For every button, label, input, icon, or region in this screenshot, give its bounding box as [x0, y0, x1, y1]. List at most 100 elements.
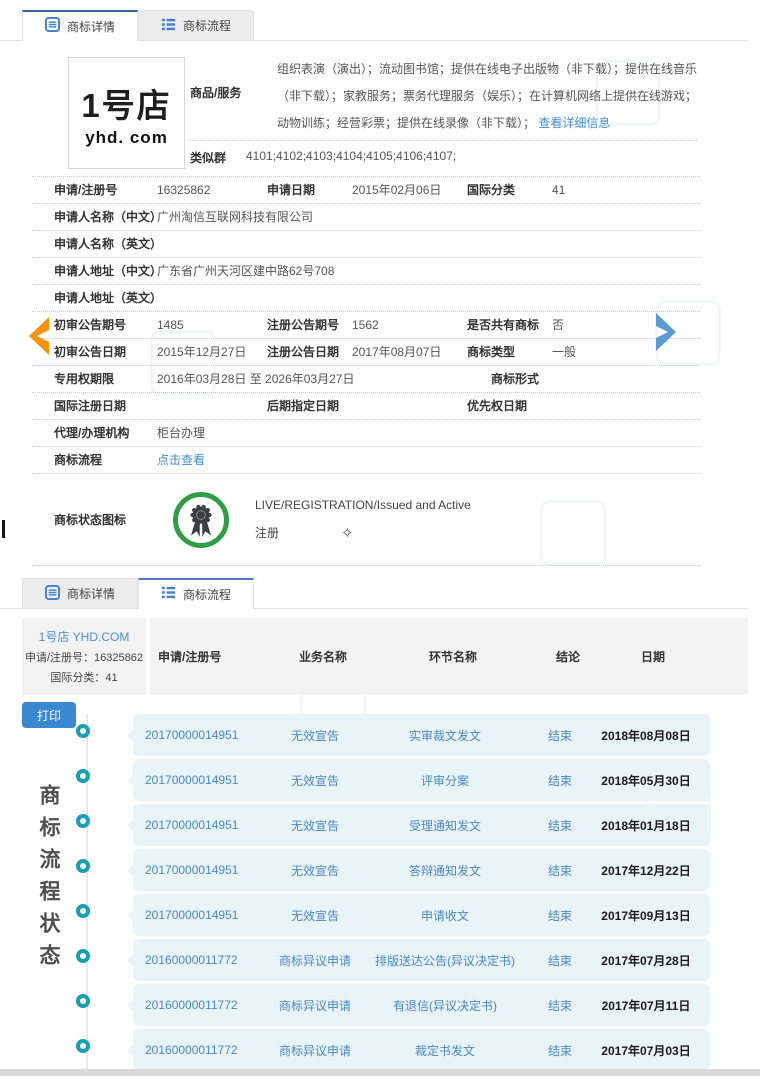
detail-table: 申请/注册号 16325862 申请日期 2015年02月06日 国际分类 41… — [32, 176, 700, 566]
process-row: 20170000014951 无效宣告 申请收文 结束 2017年09月13日 — [133, 894, 710, 936]
timeline-node — [76, 904, 90, 918]
date: 2017年07月11日 — [601, 998, 691, 1013]
field-label: 注册公告期号 — [267, 318, 340, 332]
detail-row: 商标流程 点击查看 — [32, 447, 700, 474]
field-value: 柜台办理 — [157, 426, 206, 440]
click-to-view-link[interactable]: 点击查看 — [157, 453, 205, 467]
header-step-name: 环节名称 — [428, 650, 477, 664]
result: 结束 — [547, 728, 572, 743]
step-name: 受理通知发文 — [408, 818, 481, 833]
next-arrow-button[interactable] — [653, 310, 681, 359]
field-label: 初审公告期号 — [54, 318, 127, 332]
tab-label: 商标详情 — [66, 19, 115, 34]
step-name: 有退信(异议决定书) — [393, 998, 497, 1013]
result: 结束 — [547, 1043, 572, 1058]
status-icon-label: 商标状态图标 — [54, 513, 127, 527]
text-cursor-artifact — [2, 520, 5, 538]
detail-row: 申请/注册号 16325862 申请日期 2015年02月06日 国际分类 41 — [32, 177, 700, 204]
header-application-number: 申请/注册号 — [158, 650, 222, 664]
list-icon — [161, 17, 176, 35]
field-value: 2015年12月27日 — [157, 345, 247, 359]
summary-reg-no: 申请/注册号：16325862 — [25, 652, 143, 664]
tab-trademark-process[interactable]: 商标流程 — [138, 10, 254, 41]
bottom-divider — [0, 1069, 760, 1076]
field-value: 16325862 — [157, 183, 211, 197]
business-name: 商标异议申请 — [278, 998, 351, 1013]
view-details-link[interactable]: 查看详细信息 — [538, 116, 610, 130]
timeline-node — [76, 949, 90, 963]
print-button[interactable]: 打印 — [22, 702, 76, 728]
field-label: 商标类型 — [467, 345, 516, 359]
field-value: 1485 — [157, 318, 184, 332]
header-result: 结论 — [555, 650, 580, 664]
divider — [190, 140, 697, 141]
tab-trademark-process[interactable]: 商标流程 — [138, 578, 254, 609]
field-label: 申请人地址（英文） — [54, 291, 163, 305]
timeline-node — [76, 814, 90, 828]
field-label: 商标形式 — [491, 372, 540, 386]
tab-trademark-detail[interactable]: 商标详情 — [22, 578, 138, 609]
process-table-header: 申请/注册号 业务名称 环节名称 结论 日期 — [150, 618, 748, 695]
result: 结束 — [547, 908, 572, 923]
field-value: 广东省广州天河区建中路62号708 — [157, 264, 335, 278]
field-value: 1562 — [352, 318, 379, 332]
field-value: 41 — [552, 183, 566, 197]
detail-row: 初审公告日期 2015年12月27日 注册公告日期 2017年08月07日 商标… — [32, 339, 700, 366]
header-business-name: 业务名称 — [298, 650, 347, 664]
application-number-link[interactable]: 20160000011772 — [145, 953, 270, 967]
application-number-link[interactable]: 20170000014951 — [145, 773, 270, 787]
goods-services-label: 商品/服务 — [190, 86, 242, 100]
process-status-side-label: 商标流程状态 — [37, 784, 60, 976]
process-tabbar: 商标详情 商标流程 — [22, 578, 254, 609]
detail-row: 申请人名称（中文） 广州淘信互联网科技有限公司 — [32, 204, 700, 231]
medal-ribbon-icon — [173, 491, 229, 548]
field-label: 申请人名称（英文） — [54, 237, 163, 251]
detail-row: 代理/办理机构 柜台办理 — [32, 420, 700, 447]
trademark-name-link[interactable]: 1号店 YHD.COM — [39, 628, 130, 645]
application-number-link[interactable]: 20170000014951 — [145, 863, 270, 877]
detail-row: 申请人地址（英文） — [32, 285, 700, 312]
field-label: 商标流程 — [54, 453, 103, 467]
trademark-logo-text: 1号店 — [81, 86, 172, 124]
result: 结束 — [547, 953, 572, 968]
step-name: 答辩通知发文 — [408, 863, 481, 878]
field-label: 代理/办理机构 — [54, 426, 130, 440]
process-row: 20160000011772 商标异议申请 裁定书发文 结束 2017年07月0… — [133, 1029, 710, 1071]
field-label: 是否共有商标 — [467, 318, 540, 332]
tab-label: 商标详情 — [66, 587, 115, 601]
detail-row: 申请人地址（中文） 广东省广州天河区建中路62号708 — [32, 258, 700, 285]
field-label: 专用权期限 — [54, 372, 115, 386]
business-name: 商标异议申请 — [278, 953, 351, 968]
status-line1: LIVE/REGISTRATION/Issued and Active — [255, 497, 471, 512]
result: 结束 — [547, 863, 572, 878]
process-row: 20170000014951 无效宣告 实审裁文发文 结束 2018年08月08… — [133, 714, 710, 756]
business-name: 无效宣告 — [290, 863, 339, 878]
field-label: 申请人地址（中文） — [54, 264, 163, 278]
tab-trademark-detail[interactable]: 商标详情 — [22, 10, 138, 41]
summary-intl-class: 国际分类：41 — [50, 672, 118, 684]
result: 结束 — [547, 998, 572, 1013]
status-line2: 注册 — [255, 526, 280, 540]
process-row: 20170000014951 无效宣告 评审分案 结束 2018年05月30日 — [133, 759, 710, 801]
result: 结束 — [547, 773, 572, 788]
field-label: 申请日期 — [267, 183, 316, 197]
application-number-link[interactable]: 20170000014951 — [145, 818, 270, 832]
date: 2018年01月18日 — [601, 818, 691, 833]
step-name: 实审裁文发文 — [408, 728, 481, 743]
detail-row: 申请人名称（英文） — [32, 231, 700, 258]
process-rows: 20170000014951 无效宣告 实审裁文发文 结束 2018年08月08… — [133, 714, 710, 1074]
prev-arrow-button[interactable] — [24, 314, 52, 363]
field-label: 国际注册日期 — [54, 399, 127, 413]
timeline-node — [76, 994, 90, 1008]
result: 结束 — [547, 818, 572, 833]
application-number-link[interactable]: 20160000011772 — [145, 1043, 270, 1057]
date: 2018年05月30日 — [601, 773, 691, 788]
application-number-link[interactable]: 20170000014951 — [145, 728, 270, 742]
list-icon — [161, 585, 176, 603]
business-name: 无效宣告 — [290, 728, 339, 743]
step-name: 申请收文 — [420, 908, 469, 923]
field-value: 广州淘信互联网科技有限公司 — [157, 210, 314, 224]
application-number-link[interactable]: 20160000011772 — [145, 998, 270, 1012]
application-number-link[interactable]: 20170000014951 — [145, 908, 270, 922]
status-text: LIVE/REGISTRATION/Issued and Active 注册 ✧ — [255, 498, 471, 542]
